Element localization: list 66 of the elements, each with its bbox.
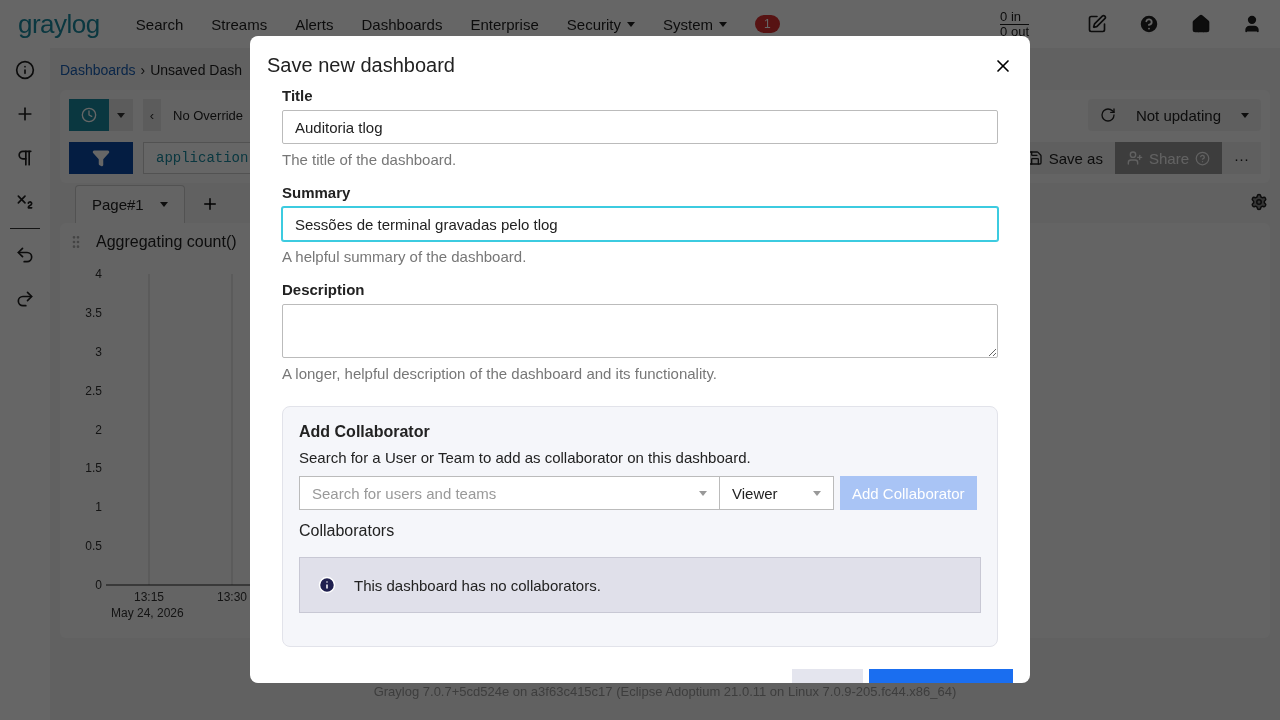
nav-link[interactable]: Security xyxy=(566,15,635,33)
y-tick-label: 1.5 xyxy=(85,461,102,476)
section-title: Add Collaborator xyxy=(299,423,431,441)
nav-link[interactable]: Streams xyxy=(211,15,268,33)
x-tick-label: 13:15 xyxy=(134,590,164,604)
notification-badge[interactable]: 1 xyxy=(755,15,780,33)
field-label: Description xyxy=(282,281,366,298)
page-tab[interactable]: Page#1 xyxy=(75,185,185,223)
user-search-select[interactable]: Search for users and teams xyxy=(299,476,720,510)
undo-icon[interactable] xyxy=(15,245,35,265)
redo-icon[interactable] xyxy=(15,289,35,309)
y-tick-label: 3.5 xyxy=(85,305,102,320)
clock-icon xyxy=(81,107,97,123)
more-button[interactable]: ··· xyxy=(1222,142,1261,174)
info-icon[interactable] xyxy=(15,60,35,80)
help-text: A longer, helpful description of the dashboard and its functionality. xyxy=(282,365,718,382)
dialog-title: Save new dashboard xyxy=(267,54,455,77)
breadcrumb-link[interactable]: Dashboards xyxy=(60,62,136,78)
text-field[interactable]: Auditoria tlog xyxy=(282,110,998,144)
y-tick-label: 2.5 xyxy=(85,383,102,398)
field-label: Title xyxy=(282,87,314,104)
user-plus-icon xyxy=(1126,150,1143,166)
user-icon[interactable] xyxy=(1242,14,1262,34)
section-description: Search for a User or Team to add as collaborator on this dashboard. xyxy=(299,449,752,466)
nav-link[interactable]: Enterprise xyxy=(470,15,539,33)
breadcrumb-separator: › xyxy=(140,62,146,78)
home-icon[interactable] xyxy=(1191,14,1211,34)
description-field[interactable] xyxy=(282,304,998,358)
y-tick-label: 4 xyxy=(95,267,102,281)
settings-icon[interactable] xyxy=(1250,193,1268,211)
filter-icon xyxy=(92,149,110,167)
y-tick-label: 0.5 xyxy=(85,539,102,554)
filter-button[interactable] xyxy=(69,142,133,174)
nav-link[interactable]: System xyxy=(662,15,727,33)
y-tick-label: 2 xyxy=(95,422,102,437)
refresh-icon xyxy=(1099,107,1116,123)
timerange-dropdown[interactable] xyxy=(109,99,133,131)
logo: graylog xyxy=(18,8,100,40)
y-tick-label: 3 xyxy=(95,344,102,359)
nav-link[interactable]: Search xyxy=(135,15,184,33)
help-icon[interactable] xyxy=(1138,13,1160,35)
pilcrow-icon[interactable] xyxy=(15,148,35,168)
x-axis-label: May 24, 2026 xyxy=(111,606,184,620)
y-tick-label: 1 xyxy=(95,500,102,515)
x-tick-label: 13:30 xyxy=(217,590,247,604)
edit-icon[interactable] xyxy=(1087,14,1107,34)
text-field[interactable]: Sessões de terminal gravadas pelo tlog xyxy=(282,207,998,241)
help-text: The title of the dashboard. xyxy=(282,151,458,168)
timerange-button[interactable] xyxy=(69,99,109,131)
breadcrumb-current: Unsaved Dash xyxy=(150,62,242,78)
nav-link[interactable]: Alerts xyxy=(295,15,334,33)
widget-title: Aggregating count() xyxy=(96,233,237,251)
alert-message: This dashboard has no collaborators. xyxy=(354,576,601,594)
role-select[interactable]: Viewer xyxy=(719,476,834,510)
throughput-indicator: 0 in 0 out xyxy=(1000,9,1029,39)
nav-link[interactable]: Dashboards xyxy=(361,15,443,33)
field-label: Summary xyxy=(282,184,352,201)
y-tick-label: 0 xyxy=(95,578,102,592)
collapse-button[interactable]: ‹ xyxy=(143,99,161,131)
info-icon xyxy=(318,576,336,594)
refresh-dropdown[interactable]: Not updating xyxy=(1087,99,1261,131)
variable-icon[interactable] xyxy=(15,192,35,212)
help-icon xyxy=(1195,150,1210,166)
help-text: A helpful summary of the dashboard. xyxy=(282,248,528,265)
list-title: Collaborators xyxy=(299,522,396,540)
timerange-text: No Override xyxy=(173,107,244,123)
